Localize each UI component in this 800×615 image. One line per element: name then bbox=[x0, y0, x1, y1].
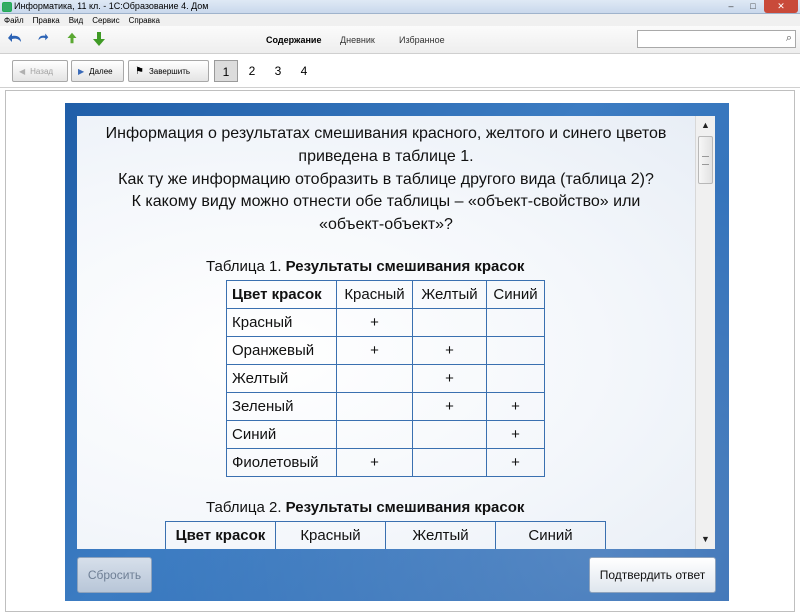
window-title: Информатика, 11 кл. - 1С:Образование 4. … bbox=[14, 1, 209, 11]
down-arrow-icon[interactable] bbox=[90, 31, 108, 49]
minimize-button[interactable]: – bbox=[720, 0, 742, 13]
menu-edit[interactable]: Правка bbox=[33, 16, 60, 25]
table-header-row: Цвет красок Красный Желтый Синий bbox=[165, 521, 606, 549]
confirm-answer-button[interactable]: Подтвердить ответ bbox=[589, 557, 716, 593]
menu-help[interactable]: Справка bbox=[129, 16, 160, 25]
title-bar: Информатика, 11 кл. - 1С:Образование 4. … bbox=[0, 0, 800, 14]
triangle-right-icon: ▶ bbox=[78, 66, 85, 76]
page-3[interactable]: 3 bbox=[266, 60, 290, 82]
table-1: Цвет красок Красный Желтый Синий Красный… bbox=[226, 280, 545, 477]
tab-contents[interactable]: Содержание bbox=[266, 35, 321, 45]
page-4[interactable]: 4 bbox=[292, 60, 316, 82]
table-row: Желтый + bbox=[226, 364, 545, 393]
forward-arrow-icon[interactable] bbox=[34, 31, 52, 49]
table-2: Цвет красок Красный Желтый Синий bbox=[165, 521, 606, 549]
navigation-row: ◀ Назад ▶ Далее ⚑ Завершить 1 2 3 4 bbox=[0, 54, 800, 88]
maximize-button[interactable]: □ bbox=[742, 0, 764, 13]
window-controls: – □ ✕ bbox=[720, 0, 798, 13]
question-text: Информация о результатах смешивания крас… bbox=[105, 125, 667, 234]
scroll-up-icon[interactable]: ▲ bbox=[697, 117, 714, 134]
search-icon[interactable]: ⌕ bbox=[786, 32, 792, 45]
table-row: Синий + bbox=[226, 420, 545, 449]
checkered-flag-icon: ⚑ bbox=[135, 65, 144, 77]
table-row: Красный + bbox=[226, 308, 545, 337]
table-row: Зеленый + + bbox=[226, 392, 545, 421]
app-icon bbox=[2, 2, 12, 12]
triangle-left-icon: ◀ bbox=[19, 66, 26, 76]
scroll-down-icon[interactable]: ▼ bbox=[697, 531, 714, 548]
finish-button-label: Завершить bbox=[148, 66, 191, 76]
menu-view[interactable]: Вид bbox=[69, 16, 83, 25]
page-1[interactable]: 1 bbox=[214, 60, 238, 82]
table1-caption: Таблица 1. Результаты смешивания красок bbox=[206, 258, 525, 275]
finish-button[interactable]: ⚑ Завершить bbox=[128, 60, 209, 82]
task-content: Информация о результатах смешивания крас… bbox=[77, 116, 695, 549]
next-button[interactable]: ▶ Далее bbox=[71, 60, 124, 82]
table2-caption: Таблица 2. Результаты смешивания красок bbox=[206, 499, 525, 516]
back-arrow-icon[interactable] bbox=[6, 31, 24, 49]
scroll-thumb[interactable] bbox=[698, 136, 713, 184]
tab-diary[interactable]: Дневник bbox=[340, 35, 375, 45]
search-input[interactable]: ⌕ bbox=[637, 30, 796, 48]
menu-file[interactable]: Файл bbox=[4, 16, 24, 25]
close-button[interactable]: ✕ bbox=[764, 0, 798, 13]
tab-favorites[interactable]: Избранное bbox=[399, 35, 445, 45]
menu-service[interactable]: Сервис bbox=[92, 16, 119, 25]
table-row: Фиолетовый + + bbox=[226, 448, 545, 477]
page-2[interactable]: 2 bbox=[240, 60, 264, 82]
next-button-label: Далее bbox=[89, 66, 113, 76]
table-row: Оранжевый + + bbox=[226, 336, 545, 365]
back-button-label: Назад bbox=[30, 66, 54, 76]
vertical-scrollbar[interactable]: ▲ ▼ bbox=[695, 116, 715, 549]
back-button[interactable]: ◀ Назад bbox=[12, 60, 68, 82]
up-arrow-icon[interactable] bbox=[63, 31, 81, 49]
menu-bar: Файл Правка Вид Сервис Справка bbox=[0, 14, 800, 26]
table-header-row: Цвет красок Красный Желтый Синий bbox=[226, 280, 545, 309]
reset-button[interactable]: Сбросить bbox=[77, 557, 152, 593]
